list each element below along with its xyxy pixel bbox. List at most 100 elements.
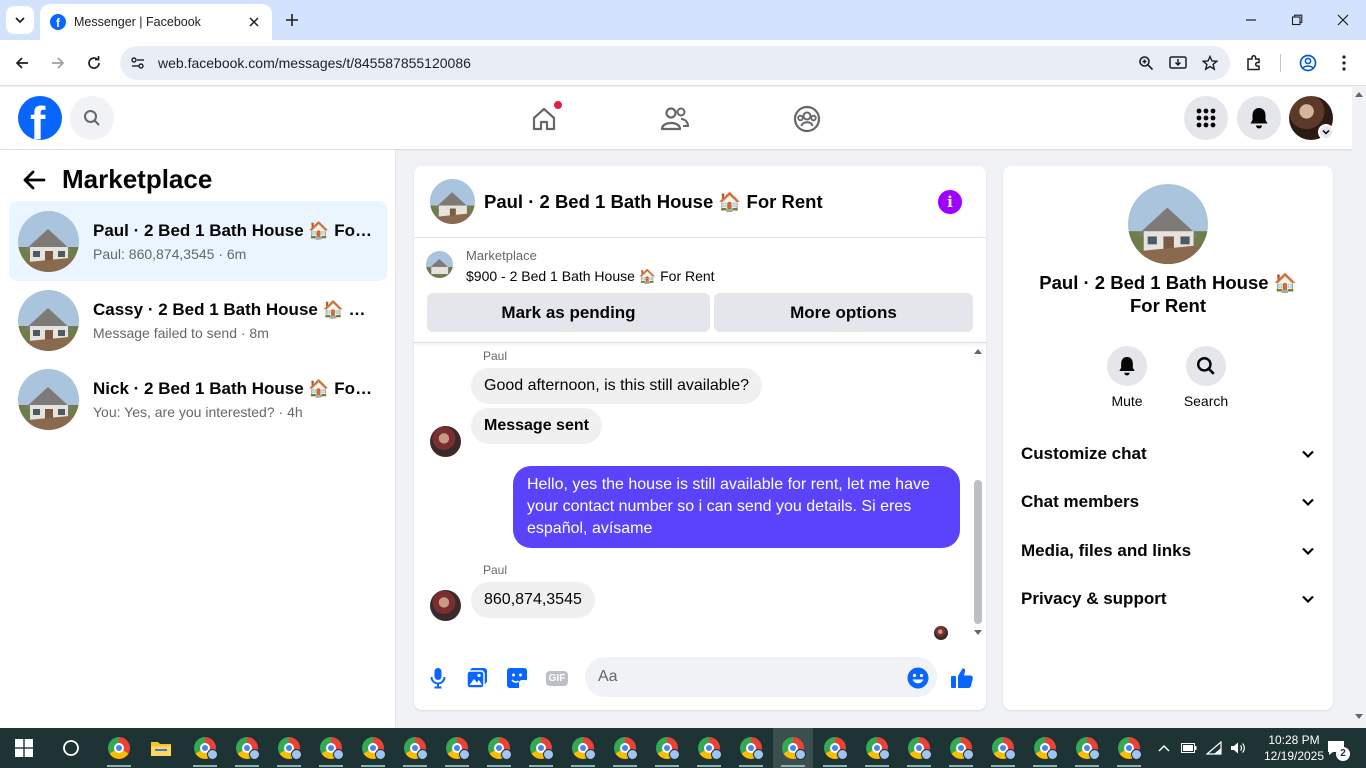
restore-window-button[interactable]: [1274, 0, 1320, 40]
taskbar-chrome-profile[interactable]: [1067, 728, 1107, 768]
volume-icon[interactable]: [1227, 728, 1249, 768]
profile-button[interactable]: [1294, 49, 1322, 77]
reload-button[interactable]: [80, 49, 108, 77]
chat-scrollbar[interactable]: [972, 344, 984, 640]
tray-overflow-icon[interactable]: [1154, 728, 1174, 768]
taskbar-chrome-profile[interactable]: [605, 728, 645, 768]
voice-clip-icon[interactable]: [424, 664, 452, 692]
taskbar-file-explorer[interactable]: [141, 728, 181, 768]
url-text[interactable]: web.facebook.com/messages/t/845587855120…: [158, 55, 471, 71]
account-dropdown-icon[interactable]: [1318, 124, 1334, 140]
network-icon[interactable]: [1203, 728, 1225, 768]
chat-scroll-thumb[interactable]: [974, 480, 982, 624]
minimize-icon: [1246, 19, 1256, 21]
start-button[interactable]: [4, 728, 44, 768]
taskbar-search-button[interactable]: [51, 728, 91, 768]
battery-icon[interactable]: [1178, 728, 1200, 768]
minimize-window-button[interactable]: [1228, 0, 1274, 40]
facebook-logo-icon[interactable]: f: [18, 96, 62, 140]
browser-tab-messenger[interactable]: f Messenger | Facebook: [40, 4, 272, 40]
sender-avatar[interactable]: [430, 426, 461, 457]
taskbar-chrome-profile[interactable]: [983, 728, 1023, 768]
taskbar-chrome-profile[interactable]: [857, 728, 897, 768]
browser-menu-button[interactable]: [1330, 49, 1358, 77]
close-window-button[interactable]: [1320, 0, 1366, 40]
new-tab-button[interactable]: [280, 8, 304, 32]
taskbar-chrome-profile[interactable]: [521, 728, 561, 768]
menu-button[interactable]: [1184, 96, 1228, 140]
system-clock[interactable]: 10:28 PM 12/19/2025: [1262, 732, 1326, 764]
mute-action[interactable]: Mute: [1097, 346, 1157, 409]
notifications-button[interactable]: [1237, 96, 1281, 140]
taskbar-chrome-profile[interactable]: [395, 728, 435, 768]
info-house-photo[interactable]: [1128, 184, 1208, 264]
page-scrollbar[interactable]: [1352, 87, 1366, 728]
taskbar-chrome-profile[interactable]: [1109, 728, 1149, 768]
facebook-favicon-icon: f: [50, 14, 66, 30]
forward-button[interactable]: [44, 49, 72, 77]
taskbar-chrome-profile[interactable]: [941, 728, 981, 768]
taskbar-chrome-profile[interactable]: [731, 728, 771, 768]
chevron-down-icon: [15, 17, 25, 24]
home-icon: [532, 107, 556, 131]
address-bar[interactable]: web.facebook.com/messages/t/845587855120…: [120, 46, 1230, 80]
sender-avatar[interactable]: [430, 590, 461, 621]
taskbar-chrome-profile[interactable]: [479, 728, 519, 768]
section-customize-chat[interactable]: Customize chat: [1011, 432, 1325, 476]
conversation-item-nick[interactable]: Nick · 2 Bed 1 Bath House 🏠 For R... You…: [9, 359, 387, 439]
panel-header: Marketplace: [22, 164, 212, 195]
section-chat-members[interactable]: Chat members: [1011, 480, 1325, 524]
taskbar-chrome-profile[interactable]: [689, 728, 729, 768]
conversation-info-icon[interactable]: i: [938, 190, 962, 214]
search-action[interactable]: Search: [1176, 346, 1236, 409]
taskbar-chrome-profile[interactable]: [1025, 728, 1065, 768]
thumbs-up-icon[interactable]: [948, 664, 976, 692]
listing-title[interactable]: $900 - 2 Bed 1 Bath House 🏠 For Rent: [466, 268, 715, 285]
close-tab-icon[interactable]: [246, 14, 262, 30]
taskbar-chrome-profile[interactable]: [227, 728, 267, 768]
extensions-button[interactable]: [1240, 49, 1268, 77]
outgoing-message[interactable]: Hello, yes the house is still available …: [513, 466, 960, 548]
emoji-icon[interactable]: [904, 664, 932, 692]
taskbar-chrome[interactable]: [99, 728, 139, 768]
tab-search-dropdown[interactable]: [6, 6, 34, 34]
nav-groups[interactable]: [785, 97, 829, 141]
incoming-message[interactable]: Good afternoon, is this still available?: [471, 368, 763, 404]
mark-as-pending-button[interactable]: Mark as pending: [427, 293, 710, 332]
taskbar-chrome-profile[interactable]: [647, 728, 687, 768]
more-options-button[interactable]: More options: [714, 293, 973, 332]
notification-center-button[interactable]: 2: [1322, 728, 1350, 768]
taskbar-chrome-profile[interactable]: [311, 728, 351, 768]
taskbar-chrome-profile[interactable]: [899, 728, 939, 768]
incoming-message[interactable]: 860,874,3545: [471, 582, 595, 618]
attach-photo-icon[interactable]: [463, 664, 491, 692]
install-app-icon[interactable]: [1166, 51, 1190, 75]
chat-house-thumbnail[interactable]: [430, 179, 475, 224]
gif-icon[interactable]: GIF: [543, 664, 571, 692]
panel-title: Marketplace: [62, 164, 213, 194]
taskbar-chrome-profile[interactable]: [353, 728, 393, 768]
nav-friends[interactable]: [653, 97, 697, 141]
section-privacy-support[interactable]: Privacy & support: [1011, 577, 1325, 621]
taskbar-chrome-profile[interactable]: [815, 728, 855, 768]
incoming-message[interactable]: Message sent: [471, 408, 602, 444]
facebook-search-button[interactable]: [70, 96, 114, 140]
conversation-item-cassy[interactable]: Cassy · 2 Bed 1 Bath House 🏠 For ... Mes…: [9, 280, 387, 360]
sticker-icon[interactable]: [503, 664, 531, 692]
friends-icon: [660, 107, 690, 131]
taskbar-chrome-profile-active[interactable]: [773, 728, 813, 768]
conversation-item-paul[interactable]: Paul · 2 Bed 1 Bath House 🏠 For R... Pau…: [9, 201, 387, 281]
zoom-icon[interactable]: [1134, 51, 1158, 75]
taskbar-chrome-profile[interactable]: [269, 728, 309, 768]
taskbar-chrome-profile[interactable]: [437, 728, 477, 768]
message-input[interactable]: Aa: [585, 657, 937, 697]
back-button[interactable]: [8, 49, 36, 77]
site-settings-icon[interactable]: [130, 55, 146, 71]
back-arrow-icon[interactable]: [22, 169, 46, 191]
taskbar-chrome-profile[interactable]: [563, 728, 603, 768]
section-media-files-links[interactable]: Media, files and links: [1011, 529, 1325, 573]
chat-title[interactable]: Paul · 2 Bed 1 Bath House 🏠 For Rent: [484, 191, 823, 213]
bookmark-star-icon[interactable]: [1198, 51, 1222, 75]
taskbar-chrome-profile[interactable]: [185, 728, 225, 768]
listing-thumbnail[interactable]: [426, 251, 453, 278]
